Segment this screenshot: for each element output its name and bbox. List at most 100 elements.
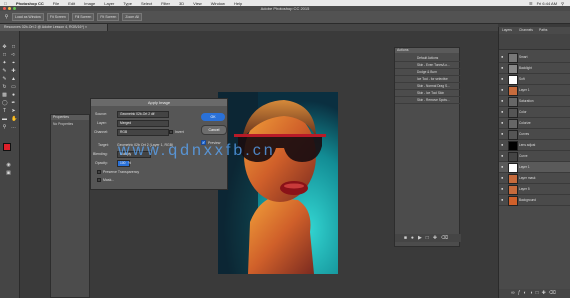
- action-item[interactable]: Skin - Remove Spots...: [395, 97, 461, 104]
- screen-mode-icon[interactable]: ▣: [6, 171, 11, 176]
- link-icon[interactable]: ∞: [511, 290, 518, 296]
- eye-icon[interactable]: ●: [501, 88, 505, 92]
- eye-icon[interactable]: ●: [501, 99, 505, 103]
- fill-screen-button[interactable]: Fill Screen: [71, 13, 95, 21]
- action-item[interactable]: Skin - Even Tones/Lo...: [395, 62, 461, 69]
- menu-layer[interactable]: Layer: [104, 1, 114, 6]
- healing-brush-icon[interactable]: ✚: [11, 69, 16, 74]
- fit-screen-button-2[interactable]: Fit Screen: [97, 13, 120, 21]
- action-item[interactable]: Dodge & Burn: [395, 69, 461, 76]
- move-tool-icon[interactable]: ✥: [2, 45, 7, 50]
- layer-row[interactable]: ● Smart: [499, 52, 570, 63]
- new-layer-icon[interactable]: ✚: [542, 290, 549, 296]
- layer-row[interactable]: ● Curves: [499, 129, 570, 140]
- menu-select[interactable]: Select: [141, 1, 152, 6]
- layer-row[interactable]: ● Lens adjust: [499, 140, 570, 151]
- close-window-icon[interactable]: [3, 7, 6, 10]
- marquee-tool-icon[interactable]: □: [2, 53, 7, 58]
- action-item[interactable]: Default Actions: [395, 55, 461, 62]
- dodge-tool-icon[interactable]: ◯: [2, 101, 8, 106]
- menu-help[interactable]: Help: [234, 1, 242, 6]
- history-brush-icon[interactable]: ↻: [2, 85, 7, 90]
- path-select-icon[interactable]: ➤: [11, 109, 16, 114]
- ok-button[interactable]: OK: [201, 113, 225, 121]
- menu-image[interactable]: Image: [84, 1, 95, 6]
- tab-layers[interactable]: Layers: [502, 27, 512, 33]
- menu-edit[interactable]: Edit: [68, 1, 75, 6]
- preserve-transparency-checkbox[interactable]: [97, 170, 101, 174]
- invert-checkbox[interactable]: [169, 130, 173, 134]
- layer-controls[interactable]: [499, 34, 570, 50]
- quick-mask-icon[interactable]: ◉: [6, 163, 11, 168]
- foreground-color-swatch[interactable]: [3, 143, 11, 151]
- zoom-all-button[interactable]: Zoom All: [122, 13, 142, 21]
- brush-tool-icon[interactable]: ✎: [2, 77, 7, 82]
- trash-icon[interactable]: ⌫: [441, 235, 452, 241]
- artboard-tool-icon[interactable]: □: [11, 45, 16, 50]
- lasso-tool-icon[interactable]: ➪: [11, 53, 16, 58]
- stop-icon[interactable]: ■: [404, 235, 411, 241]
- action-item[interactable]: Skin - Ice Tool Skin: [395, 90, 461, 97]
- type-tool-icon[interactable]: T: [2, 109, 7, 114]
- eye-icon[interactable]: ●: [501, 187, 505, 191]
- eye-icon[interactable]: ●: [501, 176, 505, 180]
- eye-icon[interactable]: ●: [501, 110, 505, 114]
- eraser-tool-icon[interactable]: ▭: [11, 85, 16, 90]
- eye-icon[interactable]: ●: [501, 132, 505, 136]
- layer-row[interactable]: ● Curve: [499, 151, 570, 162]
- action-item[interactable]: Skin - Normal Drag S...: [395, 83, 461, 90]
- record-icon[interactable]: ●: [411, 235, 418, 241]
- layer-row[interactable]: ● Colorize: [499, 118, 570, 129]
- layer-row[interactable]: ● Saturation: [499, 96, 570, 107]
- menu-3d[interactable]: 3D: [179, 1, 184, 6]
- layer-row[interactable]: ● Soft: [499, 74, 570, 85]
- tab-paths[interactable]: Paths: [539, 27, 547, 33]
- pen-tool-icon[interactable]: ✒: [11, 101, 16, 106]
- search-icon[interactable]: ⚲: [561, 1, 564, 6]
- layer-row[interactable]: ● Color: [499, 107, 570, 118]
- mask-checkbox[interactable]: [97, 178, 101, 182]
- layer-row[interactable]: ● Layer mask: [499, 173, 570, 184]
- new-action-icon[interactable]: ✚: [433, 235, 441, 241]
- channel-select[interactable]: RGB: [117, 129, 169, 136]
- zoom-window-icon[interactable]: [13, 7, 16, 10]
- layer-row-selected[interactable]: ● Layer 1: [499, 162, 570, 173]
- eyedropper-tool-icon[interactable]: ✎: [2, 69, 7, 74]
- document-tab[interactable]: Resources 02b-Ort 2 @ Adobe Lesson 4, RG…: [0, 24, 108, 31]
- eye-icon[interactable]: ●: [501, 154, 505, 158]
- stamp-tool-icon[interactable]: ▲: [11, 77, 16, 82]
- more-tools-icon[interactable]: …: [11, 125, 16, 130]
- layer-row[interactable]: ● Layer 1: [499, 85, 570, 96]
- wifi-icon[interactable]: ☰: [529, 1, 533, 6]
- eye-icon[interactable]: ●: [501, 143, 505, 147]
- menu-window[interactable]: Window: [211, 1, 225, 6]
- hand-tool-icon[interactable]: ✋: [11, 117, 17, 122]
- document-image[interactable]: [218, 92, 338, 274]
- folder-icon[interactable]: □: [426, 235, 433, 241]
- eye-icon[interactable]: ●: [501, 165, 505, 169]
- layer-select[interactable]: Merged: [117, 120, 169, 127]
- trash-icon[interactable]: ⌫: [549, 290, 559, 296]
- crop-tool-icon[interactable]: ⌖: [11, 61, 16, 66]
- menu-filter[interactable]: Filter: [161, 1, 170, 6]
- menu-clock[interactable]: Fri 6:44 AM: [537, 1, 557, 6]
- quick-select-icon[interactable]: ✦: [2, 61, 7, 66]
- play-icon[interactable]: ▶: [418, 235, 426, 241]
- eye-icon[interactable]: ●: [501, 121, 505, 125]
- eye-icon[interactable]: ●: [501, 55, 505, 59]
- tab-channels[interactable]: Channels: [519, 27, 533, 33]
- blur-tool-icon[interactable]: ●: [11, 93, 16, 98]
- menu-file[interactable]: File: [53, 1, 59, 6]
- menu-app-name[interactable]: Photoshop CC: [16, 1, 44, 6]
- eye-icon[interactable]: ●: [501, 198, 505, 202]
- zoom-tool-icon-2[interactable]: ⚲: [2, 125, 7, 130]
- menu-type[interactable]: Type: [123, 1, 132, 6]
- load-as-window-button[interactable]: Load as Window: [12, 13, 44, 21]
- source-select[interactable]: Geometric 02b-Ort 2 dif: [117, 111, 169, 118]
- gradient-tool-icon[interactable]: ▩: [2, 93, 7, 98]
- menu-view[interactable]: View: [193, 1, 202, 6]
- zoom-tool-icon[interactable]: ⚲: [4, 14, 9, 20]
- fit-screen-button[interactable]: Fit Screen: [46, 13, 69, 21]
- shape-tool-icon[interactable]: ▬: [2, 117, 7, 122]
- apple-icon[interactable]: : [4, 1, 7, 6]
